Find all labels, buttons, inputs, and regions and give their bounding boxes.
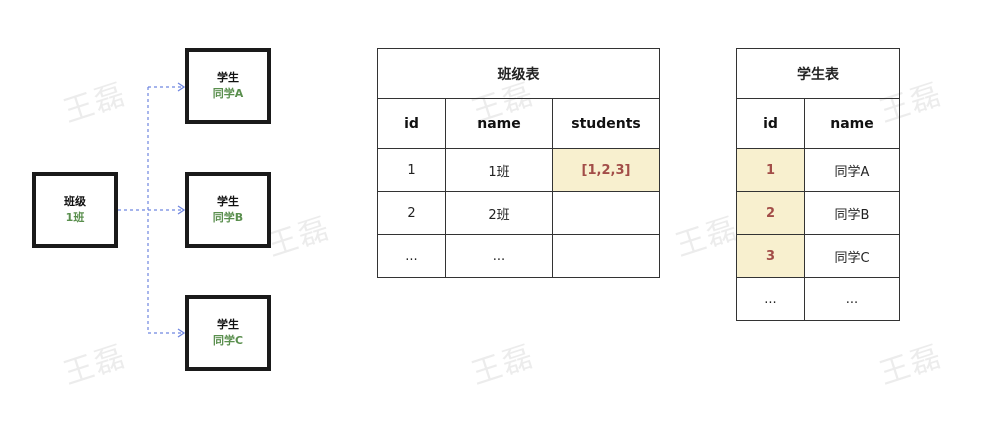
student-table-title: 学生表 bbox=[736, 48, 900, 99]
table-cell: 2 bbox=[377, 191, 446, 235]
table-cell: 同学C bbox=[804, 234, 900, 278]
student-node-name: 同学A bbox=[212, 87, 244, 100]
student-node-title: 学生 bbox=[217, 195, 239, 208]
table-cell: ... bbox=[377, 234, 446, 278]
table-row: ... ... bbox=[736, 277, 900, 321]
student-id-cell: 1 bbox=[736, 148, 805, 192]
class-node: 班级 1班 bbox=[32, 172, 118, 248]
column-header-id: id bbox=[736, 98, 805, 149]
class-table: 班级表 id name students 1 1班 [1,2,3] 2 2班 .… bbox=[376, 48, 661, 278]
table-cell: ... bbox=[804, 277, 900, 321]
column-header-name: name bbox=[804, 98, 900, 149]
column-header-students: students bbox=[551, 98, 661, 149]
class-node-name: 1班 bbox=[65, 211, 85, 224]
column-header-id: id bbox=[377, 98, 446, 149]
column-header-name: name bbox=[445, 98, 553, 149]
student-id-cell: 2 bbox=[736, 191, 805, 235]
table-row: 2 同学B bbox=[736, 191, 900, 235]
student-node-name: 同学C bbox=[212, 334, 244, 347]
table-row: 1 1班 [1,2,3] bbox=[377, 148, 661, 192]
table-cell: 1 bbox=[377, 148, 446, 192]
class-node-title: 班级 bbox=[64, 195, 86, 208]
table-cell bbox=[551, 191, 661, 235]
student-id-cell: 3 bbox=[736, 234, 805, 278]
student-table: 学生表 id name 1 同学A 2 同学B 3 同学C ... ... bbox=[736, 48, 900, 321]
student-node-title: 学生 bbox=[217, 318, 239, 331]
table-cell: 2班 bbox=[445, 191, 553, 235]
table-row: ... ... bbox=[377, 234, 661, 278]
student-node: 学生 同学B bbox=[185, 172, 271, 248]
table-row: 1 同学A bbox=[736, 148, 900, 192]
table-cell: 同学B bbox=[804, 191, 900, 235]
students-list-cell: [1,2,3] bbox=[551, 148, 661, 192]
class-table-title: 班级表 bbox=[376, 48, 661, 99]
table-row: 3 同学C bbox=[736, 234, 900, 278]
table-row: 2 2班 bbox=[377, 191, 661, 235]
student-node: 学生 同学A bbox=[185, 48, 271, 124]
table-cell: 1班 bbox=[445, 148, 553, 192]
student-node-title: 学生 bbox=[217, 71, 239, 84]
student-node-name: 同学B bbox=[212, 211, 244, 224]
diagram-canvas: 王磊 王磊 王磊 王磊 王磊 王磊 王磊 王磊 班级 1班 学生 同学A 学生 … bbox=[0, 0, 1002, 430]
student-node: 学生 同学C bbox=[185, 295, 271, 371]
table-cell: ... bbox=[736, 277, 805, 321]
table-cell: 同学A bbox=[804, 148, 900, 192]
table-cell bbox=[551, 234, 661, 278]
table-cell: ... bbox=[445, 234, 553, 278]
